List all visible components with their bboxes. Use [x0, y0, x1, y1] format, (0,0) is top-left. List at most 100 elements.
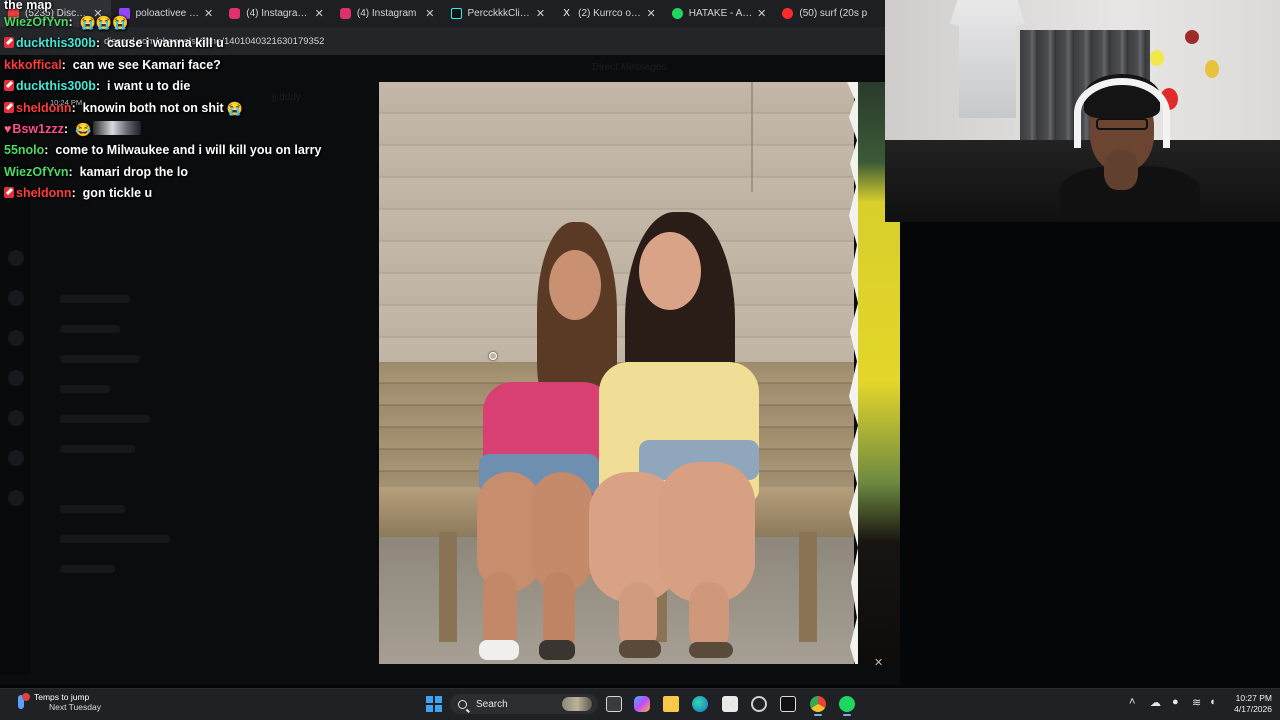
chat-username: WiezOfYvn	[4, 15, 69, 29]
dm-list-item[interactable]	[60, 355, 140, 363]
chat-username: kkkoffical	[4, 57, 62, 72]
browser-tab[interactable]: PercckkkClipz (@p✕	[443, 0, 554, 27]
browser-tab[interactable]: HATAKE - Album b✕	[664, 0, 775, 27]
server-icon[interactable]	[8, 250, 24, 266]
glasses	[1096, 118, 1148, 130]
close-icon[interactable]: ✕	[647, 7, 656, 20]
screen: (5235) Discord✕ poloactivee - Twitch✕ (4…	[0, 0, 1280, 720]
edge-icon[interactable]	[692, 696, 708, 712]
browser-tab[interactable]: X(2) Kurrco on X: "W✕	[553, 0, 664, 27]
browser-tab[interactable]: (50) surf (20s p	[774, 0, 885, 27]
dm-list-item[interactable]	[60, 535, 170, 543]
tiktok-icon	[450, 8, 462, 19]
file-explorer-icon[interactable]	[663, 696, 679, 712]
spotify-icon	[671, 8, 683, 19]
chat-message: WiezOfYvn: 😭😭😭	[4, 12, 376, 33]
moderator-badge-icon	[4, 187, 14, 199]
chat-username: 55nolo	[4, 143, 45, 158]
spotify-active-indicator	[843, 714, 851, 716]
chat-emote: 😂	[74, 122, 92, 138]
microphone-icon[interactable]: ●	[1172, 696, 1179, 708]
server-icon[interactable]	[8, 330, 24, 346]
chat-emote: 😭	[226, 100, 243, 116]
dm-header: Direct Messages	[592, 62, 667, 73]
microsoft-store-icon[interactable]	[722, 696, 738, 712]
copilot-icon[interactable]	[634, 696, 650, 712]
chat-message: sheldonn: gon tickle u	[4, 183, 376, 204]
chat-emote: 😭😭😭	[79, 15, 129, 30]
chat-username: sheldonn	[16, 186, 72, 201]
chat-message: kkkoffical: can we see Kamari face?	[4, 57, 221, 72]
server-icon[interactable]	[8, 290, 24, 306]
dm-list-item[interactable]	[60, 565, 115, 573]
plush-toy	[1150, 50, 1164, 66]
dm-list-item[interactable]	[60, 445, 135, 453]
viewed-photo[interactable]	[379, 82, 854, 664]
dm-list-item[interactable]	[60, 505, 125, 513]
moderator-badge-icon	[4, 37, 14, 49]
chat-message: WiezOfYvn: kamari drop the lo	[4, 164, 188, 179]
taskbar-search[interactable]: Search	[450, 694, 598, 714]
weather-widget[interactable]: Temps to jump Next Tuesday	[14, 692, 101, 712]
dm-list-item[interactable]	[60, 385, 110, 393]
search-icon	[458, 699, 467, 709]
heart-badge-icon: ♥	[4, 122, 12, 137]
dm-list-item[interactable]	[60, 415, 150, 423]
dm-list-item[interactable]	[60, 325, 120, 333]
server-icon[interactable]	[8, 450, 24, 466]
chat-text: i want u to die	[107, 79, 191, 94]
webcam-feed	[885, 0, 1280, 222]
discord-timestamp: 10:24 PM	[50, 98, 83, 107]
moderator-badge-icon	[4, 80, 14, 92]
network-cloud-icon[interactable]: ☁	[1150, 696, 1161, 709]
chat-text: gon tickle u	[82, 186, 153, 201]
chat-username: duckthis300b	[16, 79, 96, 94]
gear-icon[interactable]	[751, 696, 767, 712]
volume-icon[interactable]: ◖	[1209, 696, 1216, 708]
chat-message: ♥Bsw1zzz: 😂	[4, 119, 376, 140]
windows-start-icon[interactable]	[426, 696, 442, 712]
chat-username: Bsw1zzz	[12, 122, 64, 137]
wifi-icon[interactable]: ≋	[1192, 696, 1201, 709]
close-icon[interactable]: ✕	[425, 7, 434, 20]
youtube-icon	[782, 8, 794, 19]
chat-text: can we see Kamari face?	[72, 57, 221, 72]
chat-username: WiezOfYvn	[4, 164, 69, 179]
chat-text: come to Milwaukee and i will kill you on…	[55, 143, 322, 158]
image-emote	[93, 121, 142, 136]
close-icon[interactable]: ✕	[536, 7, 545, 20]
chat-message: 55nolo: come to Milwaukee and i will kil…	[4, 143, 322, 158]
server-icon[interactable]	[8, 370, 24, 386]
system-clock[interactable]: 10:27 PM 4/17/2026	[1224, 693, 1272, 715]
chat-message: duckthis300b: i want u to die	[4, 76, 376, 97]
chevron-up-icon[interactable]: ˄	[1129, 696, 1135, 708]
thermometer-icon	[14, 693, 30, 711]
x-icon: X	[563, 8, 570, 19]
chrome-active-indicator	[814, 714, 822, 716]
mouse-cursor-icon	[489, 352, 497, 360]
task-view-icon[interactable]	[606, 696, 622, 712]
server-icon[interactable]	[8, 410, 24, 426]
chat-messages: WiezOfYvn: 😭😭😭 duckthis300b: cause i wann…	[4, 12, 376, 205]
search-highlight-icon	[562, 697, 592, 711]
close-icon[interactable]: ✕	[874, 656, 883, 669]
streamer	[1060, 70, 1200, 222]
chat-partial-line: the map	[4, 0, 52, 12]
chat-text: cause i wanna kill u	[107, 36, 224, 51]
chat-text: kamari drop the lo	[79, 164, 188, 179]
app-icon[interactable]	[780, 696, 796, 712]
headset	[1074, 78, 1170, 148]
server-icon[interactable]	[8, 490, 24, 506]
spotify-icon[interactable]	[839, 696, 855, 712]
plush-toy	[1205, 60, 1219, 78]
chat-text: knowin both not on shit	[82, 100, 224, 115]
chrome-icon[interactable]	[810, 696, 826, 712]
moderator-badge-icon	[4, 101, 14, 113]
chat-username: duckthis300b	[16, 36, 96, 51]
plush-toy	[1185, 30, 1199, 44]
close-icon[interactable]: ✕	[757, 7, 766, 20]
chat-message: duckthis300b: cause i wanna kill u	[4, 33, 376, 54]
dm-list-item[interactable]	[60, 295, 130, 303]
hanging-shirt	[950, 0, 1025, 118]
photo-person-right	[589, 212, 769, 662]
